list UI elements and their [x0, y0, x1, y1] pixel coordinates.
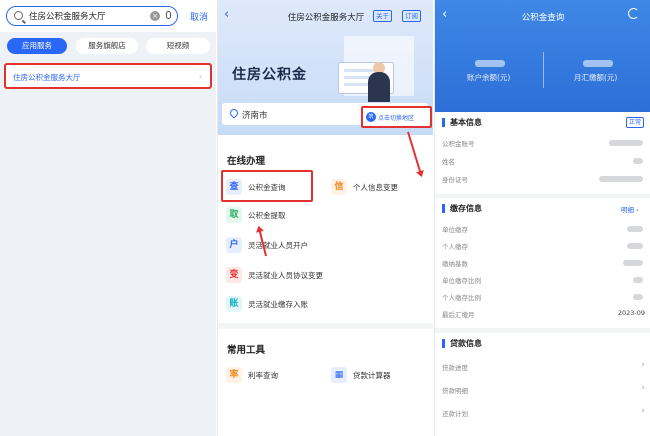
row-key: 公积金账号 [442, 140, 475, 148]
row-key: 个人缴存 [442, 243, 468, 251]
region-icon: 筑 [366, 112, 376, 122]
withdraw-icon: 取 [226, 207, 242, 223]
row-key: 最后汇缴月 [442, 311, 475, 319]
row-key: 贷款明细 [442, 387, 468, 395]
monthly-label: 月汇缴额(元) [574, 73, 618, 82]
tab-app-services[interactable]: 应用服务 [7, 38, 67, 54]
masked-value [633, 158, 643, 164]
masked-value [633, 294, 643, 300]
rate-icon: 率 [226, 367, 242, 383]
search-icon [14, 11, 23, 20]
account-icon: 户 [226, 237, 242, 253]
row-key: 缴纳基数 [442, 260, 468, 268]
divider [543, 52, 544, 88]
service-label: 公积金提取 [248, 211, 286, 220]
switch-region-label: 点击切换地区 [378, 115, 415, 122]
row-key: 个人缴存比例 [442, 294, 481, 302]
tools-section-title: 常用工具 [227, 345, 266, 356]
row-key: 身份证号 [442, 176, 468, 184]
info-row: 个人缴存 [442, 237, 645, 255]
masked-value [627, 226, 643, 232]
online-section-title: 在线办理 [227, 156, 266, 167]
search-screen: 住房公积金服务大厅 × 取消 应用服务 服务旗舰店 短视频 住房公积金服务大厅 … [0, 0, 216, 436]
account-summary-header: ‹ 公积金查询 账户余额(元) 月汇缴额(元) [435, 0, 650, 112]
change-icon: 变 [226, 267, 242, 283]
info-row: 单位缴存 [442, 220, 645, 238]
chevron-right-icon: › [641, 406, 645, 416]
masked-value [623, 260, 643, 266]
person-illustration [368, 72, 390, 102]
tab-short-video[interactable]: 短视频 [146, 38, 210, 54]
nav-header: ‹ 住房公积金服务大厅 关于 订阅 [218, 0, 433, 30]
banner-title: 住房公积金 [232, 67, 307, 83]
divider [218, 323, 433, 329]
subscribe-button[interactable]: 订阅 [402, 10, 421, 22]
service-label: 个人信息变更 [353, 183, 398, 192]
info-row: 个人缴存比例 [442, 288, 645, 306]
location-pin-icon [228, 107, 240, 119]
row-key: 姓名 [442, 158, 455, 166]
balance-label: 账户余额(元) [467, 73, 511, 82]
tab-flagship-store[interactable]: 服务旗舰店 [76, 38, 138, 54]
loan-info-title: 贷款信息 [442, 339, 482, 348]
service-hall-screen: 住房公积金 ‹ 住房公积金服务大厅 关于 订阅 济南市 筑 点击切换地区 在线办… [217, 0, 433, 436]
info-row: 姓名 [442, 152, 645, 170]
category-tabs: 应用服务 服务旗舰店 短视频 [0, 32, 216, 56]
search-result-item[interactable]: 住房公积金服务大厅 › [4, 63, 212, 89]
basic-info-card: 基本信息 正常 公积金账号 姓名 身份证号 [435, 112, 650, 194]
info-row: 缴纳基数 [442, 254, 645, 272]
monthly-value-masked [583, 60, 613, 67]
row-key: 单位缴存 [442, 226, 468, 234]
switch-region-button[interactable]: 筑 点击切换地区 [361, 106, 432, 128]
microphone-icon[interactable] [166, 11, 171, 19]
loan-row[interactable]: 贷款进度 › [442, 358, 645, 376]
clear-icon[interactable]: × [150, 11, 160, 21]
status-badge: 正常 [626, 117, 645, 128]
loan-row[interactable]: 贷款明细 › [442, 381, 645, 399]
search-input-text: 住房公积金服务大厅 [29, 12, 106, 22]
search-input[interactable]: 住房公积金服务大厅 × [6, 6, 178, 26]
balance-value-masked [475, 60, 505, 67]
last-month-value: 2023-09 [617, 309, 645, 317]
row-key: 贷款进度 [442, 364, 468, 372]
chevron-right-icon: › [198, 72, 202, 81]
loan-row[interactable]: 还款计划 › [442, 404, 645, 422]
service-label: 灵活就业人员开户 [248, 241, 308, 250]
masked-value [633, 277, 643, 283]
loan-info-card: 贷款信息 贷款进度 › 贷款明细 › 还款计划 › [435, 333, 650, 436]
page-title: 住房公积金服务大厅 [287, 13, 365, 23]
row-key: 单位缴存比例 [442, 277, 481, 285]
service-label: 灵活就业缴存入账 [248, 300, 308, 309]
refresh-icon[interactable] [628, 8, 639, 19]
info-row: 最后汇缴月 2023-09 [442, 305, 645, 323]
deposit-info-title: 缴存信息 [442, 204, 482, 213]
deposit-icon: 账 [226, 296, 242, 312]
tool-label: 利率查询 [248, 371, 278, 380]
page-title: 公积金查询 [521, 13, 565, 23]
search-bar-area: 住房公积金服务大厅 × 取消 [0, 0, 216, 32]
service-label: 公积金查询 [248, 183, 286, 192]
service-label: 灵活就业人员协议变更 [248, 271, 323, 280]
chevron-right-icon: › [641, 383, 645, 393]
chevron-right-icon: › [641, 360, 645, 370]
query-icon: 查 [226, 179, 242, 195]
city-name: 济南市 [242, 111, 268, 121]
cancel-button[interactable]: 取消 [190, 10, 208, 23]
masked-value [609, 140, 643, 146]
tool-label: 贷款计算器 [353, 371, 391, 380]
masked-value [627, 243, 643, 249]
deposit-detail-link[interactable]: 明细 › [621, 204, 639, 214]
calculator-icon: ▦ [331, 367, 347, 383]
info-icon: 信 [331, 179, 347, 195]
basic-info-title: 基本信息 [442, 118, 482, 127]
search-result-title: 住房公积金服务大厅 [13, 73, 81, 82]
about-button[interactable]: 关于 [373, 10, 392, 22]
info-row: 身份证号 [442, 170, 645, 188]
info-row: 公积金账号 [442, 134, 645, 152]
fund-query-screen: ‹ 公积金查询 账户余额(元) 月汇缴额(元) 基本信息 正常 公积金账号 姓名… [434, 0, 650, 436]
deposit-info-card: 缴存信息 明细 › 单位缴存 个人缴存 缴纳基数 单位缴存比例 个人缴存比例 最… [435, 198, 650, 328]
row-key: 还款计划 [442, 410, 468, 418]
masked-value [599, 176, 643, 182]
info-row: 单位缴存比例 [442, 271, 645, 289]
